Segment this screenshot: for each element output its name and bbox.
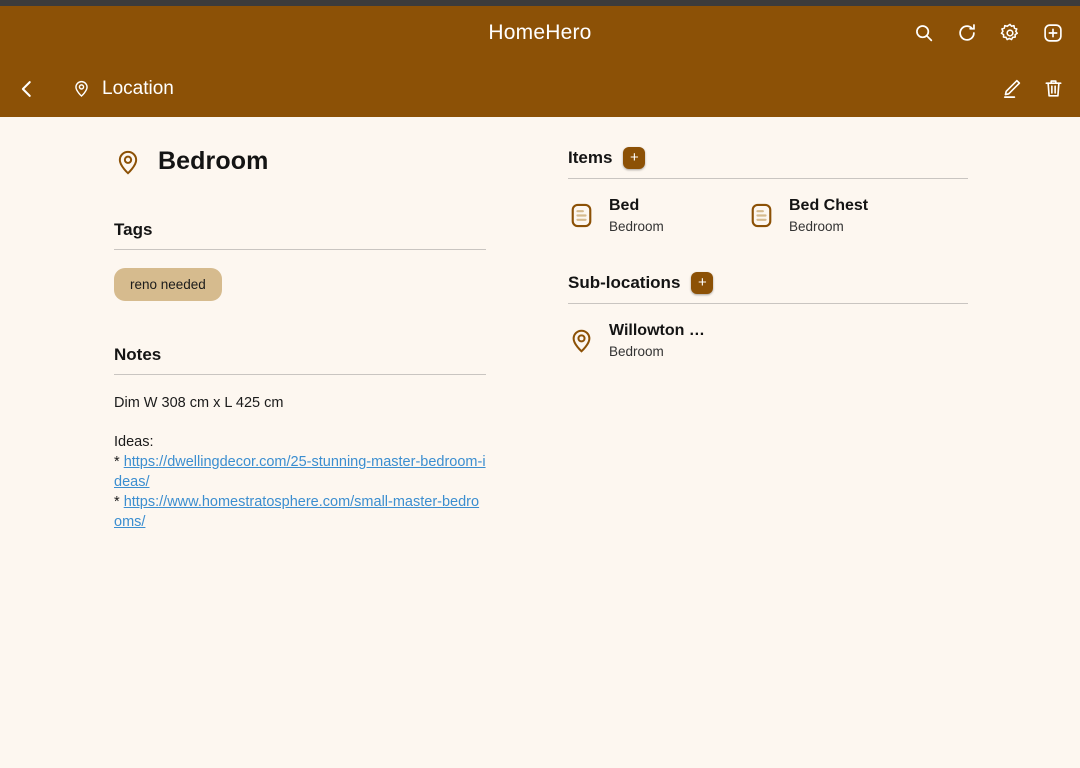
notes-heading: Notes [114,345,162,364]
tag-list: reno needed [114,268,486,301]
sublocations-divider [568,303,968,304]
edit-icon[interactable] [998,76,1024,102]
item-name: Bed Chest [789,197,869,214]
tag-chip[interactable]: reno needed [114,268,222,301]
app-bar: HomeHero [0,6,1080,60]
sublocations-list: Willowton … Bedroom [568,322,968,359]
item-subtitle: Bedroom [789,219,844,234]
tags-heading: Tags [114,220,153,239]
notes-divider [114,374,486,375]
sublocations-heading-row: Sub-locations + [568,272,968,303]
item-subtitle: Bedroom [609,219,664,234]
bullet-marker: * [114,454,120,470]
location-pin-icon [114,148,142,176]
left-column: Bedroom Tags reno needed Notes Dim W 308… [0,117,512,768]
notes-body: Dim W 308 cm x L 425 cm Ideas: * https:/… [114,393,486,532]
right-column: Items + Bed Bedroom Bed Chest Bedroom Su… [512,117,1080,768]
sublocation-text: Willowton … Bedroom [609,322,705,359]
app-bar-actions [911,20,1066,46]
location-pin-icon [72,79,91,98]
add-icon[interactable] [1040,20,1066,46]
location-header: Bedroom [114,147,486,176]
item-entry[interactable]: Bed Bedroom [568,197,748,234]
content-area: Bedroom Tags reno needed Notes Dim W 308… [0,117,1080,768]
gear-icon[interactable] [997,20,1023,46]
back-button[interactable] [10,72,44,106]
item-text: Bed Bedroom [609,197,664,234]
tags-divider [114,249,486,250]
notes-ideas-label: Ideas: [114,434,154,450]
notes-link[interactable]: https://www.homestratosphere.com/small-m… [114,494,479,530]
sublocation-subtitle: Bedroom [609,344,664,359]
sublocation-name: Willowton … [609,322,705,339]
plus-icon: + [698,273,707,291]
notes-link-line-2: * https://www.homestratosphere.com/small… [114,492,486,532]
list-item: Bed Chest Bedroom [748,197,928,234]
item-name: Bed [609,197,640,214]
item-card-icon [748,202,775,229]
plus-icon: + [630,148,639,166]
sub-bar: Location [0,60,1080,117]
add-sublocation-button[interactable]: + [691,272,714,294]
add-item-button[interactable]: + [623,147,646,169]
search-icon[interactable] [911,20,937,46]
item-text: Bed Chest Bedroom [789,197,868,234]
notes-link-line-1: * https://dwellingdecor.com/25-stunning-… [114,452,486,492]
sub-bar-actions [998,76,1066,102]
list-item: Willowton … Bedroom [568,322,748,359]
sub-bar-title: Location [102,77,174,99]
notes-link[interactable]: https://dwellingdecor.com/25-stunning-ma… [114,454,486,490]
list-item: Bed Bedroom [568,197,748,234]
page-title: Bedroom [158,147,269,175]
items-heading-row: Items + [568,147,968,178]
item-card-icon [568,202,595,229]
items-heading: Items [568,148,613,167]
delete-icon[interactable] [1040,76,1066,102]
notes-ideas-block: Ideas: * https://dwellingdecor.com/25-st… [114,432,486,532]
items-divider [568,178,968,179]
location-pin-icon [568,327,595,354]
bullet-marker: * [114,494,120,510]
refresh-icon[interactable] [954,20,980,46]
notes-dimensions: Dim W 308 cm x L 425 cm [114,395,284,411]
item-entry[interactable]: Bed Chest Bedroom [748,197,928,234]
items-list: Bed Bedroom Bed Chest Bedroom [568,197,968,234]
sublocation-entry[interactable]: Willowton … Bedroom [568,322,748,359]
sublocations-heading: Sub-locations [568,273,681,292]
